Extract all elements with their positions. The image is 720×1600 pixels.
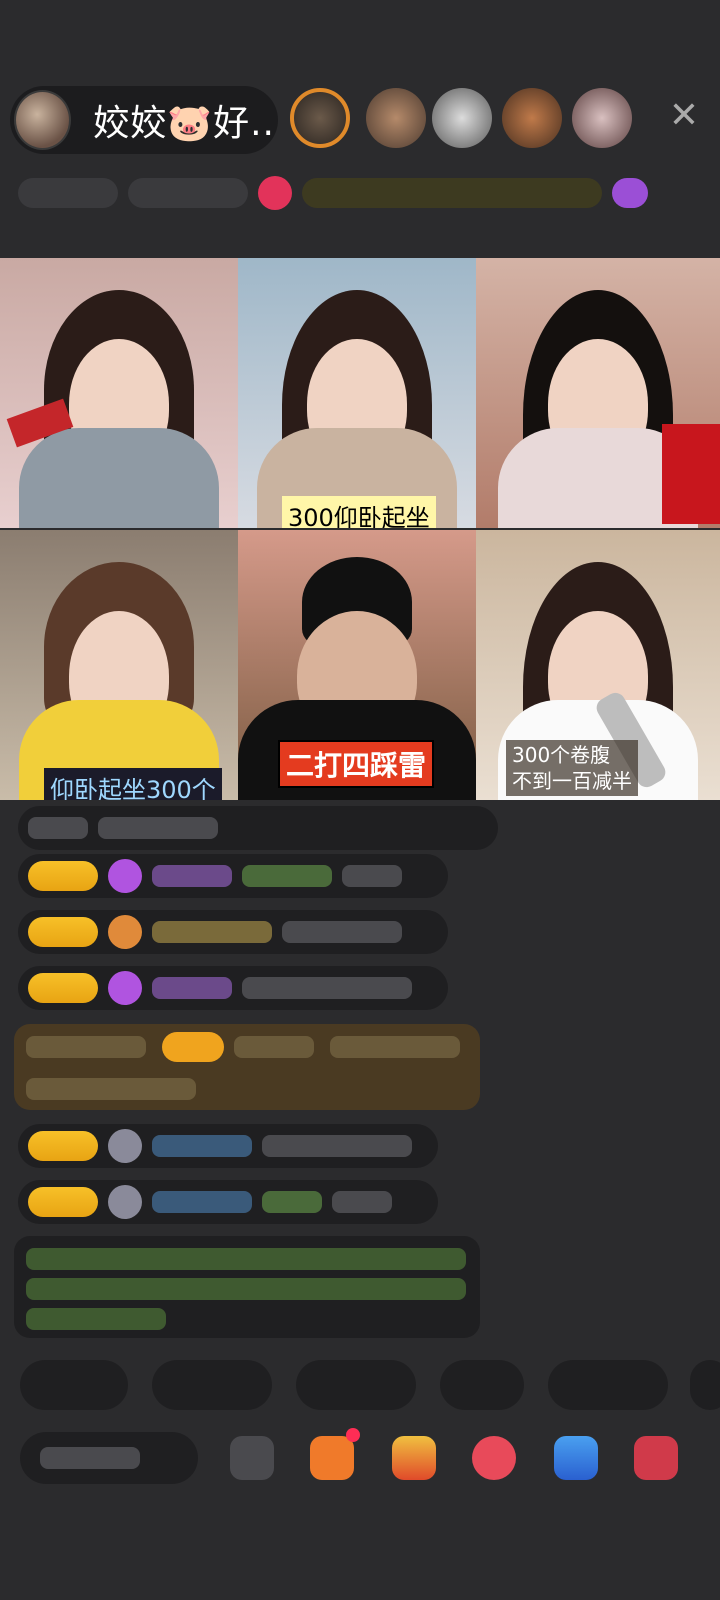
diamond-icon — [108, 859, 142, 893]
quick-reply-chip[interactable] — [20, 1360, 128, 1410]
hourly-rank-badge[interactable] — [18, 178, 118, 208]
gift-icon[interactable] — [258, 176, 292, 210]
video-tile-2[interactable]: 300仰卧起坐 — [238, 258, 476, 528]
level-icon — [108, 915, 142, 949]
video-tile-3[interactable] — [476, 258, 720, 528]
tile-caption: 仰卧起坐300个 — [44, 768, 222, 800]
viewer-avatar[interactable] — [572, 88, 632, 148]
viewer-avatar[interactable] — [432, 88, 492, 148]
top-viewer-avatar[interactable] — [290, 88, 350, 148]
quick-reply-chip[interactable] — [440, 1360, 524, 1410]
emoji-icon[interactable] — [230, 1436, 274, 1480]
shop-icon[interactable] — [310, 1428, 360, 1480]
close-icon[interactable]: ✕ — [664, 96, 704, 136]
diamond-icon — [108, 971, 142, 1005]
quick-reply-chip[interactable] — [690, 1360, 720, 1410]
gift-box-icon[interactable] — [392, 1436, 436, 1480]
viewer-avatar[interactable] — [366, 88, 426, 148]
fan-level-badge — [162, 1032, 224, 1062]
announcement-ticker — [302, 178, 602, 208]
video-tile-5[interactable]: 二打四踩雷 — [238, 530, 476, 800]
tile-caption: 300仰卧起坐 — [282, 496, 436, 528]
host-info-pill[interactable]: 姣姣🐷好... — [10, 86, 278, 154]
fan-level-badge — [28, 917, 98, 947]
system-notice — [14, 1236, 480, 1338]
gift-icon[interactable] — [634, 1436, 678, 1480]
more-icon[interactable] — [612, 178, 648, 208]
video-tile-1[interactable] — [0, 258, 238, 528]
fan-club-badge[interactable] — [128, 178, 248, 208]
video-tile-4[interactable]: 仰卧起坐300个 — [0, 530, 238, 800]
tile-caption: 二打四踩雷 — [278, 740, 435, 788]
chat-message[interactable] — [18, 806, 498, 850]
fan-level-badge — [28, 1187, 98, 1217]
highlighted-chat-message[interactable] — [14, 1024, 480, 1110]
user-avatar — [108, 1185, 142, 1219]
quick-reply-chip[interactable] — [296, 1360, 416, 1410]
chat-message[interactable] — [18, 966, 448, 1010]
viewer-avatar[interactable] — [502, 88, 562, 148]
red-poster — [662, 424, 720, 524]
quick-reply-chip[interactable] — [152, 1360, 272, 1410]
share-icon[interactable] — [554, 1436, 598, 1480]
quick-reply-chip[interactable] — [548, 1360, 668, 1410]
fan-level-badge — [28, 973, 98, 1003]
host-name: 姣姣🐷好... — [93, 103, 278, 144]
chat-message[interactable] — [18, 1124, 438, 1168]
chat-message[interactable] — [18, 1180, 438, 1224]
tile-caption: 300个卷腹 不到一百减半 — [506, 740, 638, 796]
user-avatar — [108, 1129, 142, 1163]
fan-level-badge — [28, 1131, 98, 1161]
video-tile-6[interactable]: 300个卷腹 不到一百减半 — [476, 530, 720, 800]
status-bar — [18, 170, 698, 216]
host-avatar[interactable] — [14, 90, 72, 150]
chat-message[interactable] — [18, 854, 448, 898]
heart-icon[interactable] — [472, 1436, 516, 1480]
comment-input[interactable] — [20, 1432, 198, 1484]
notification-dot — [346, 1428, 360, 1442]
fan-level-badge — [28, 861, 98, 891]
chat-message[interactable] — [18, 910, 448, 954]
